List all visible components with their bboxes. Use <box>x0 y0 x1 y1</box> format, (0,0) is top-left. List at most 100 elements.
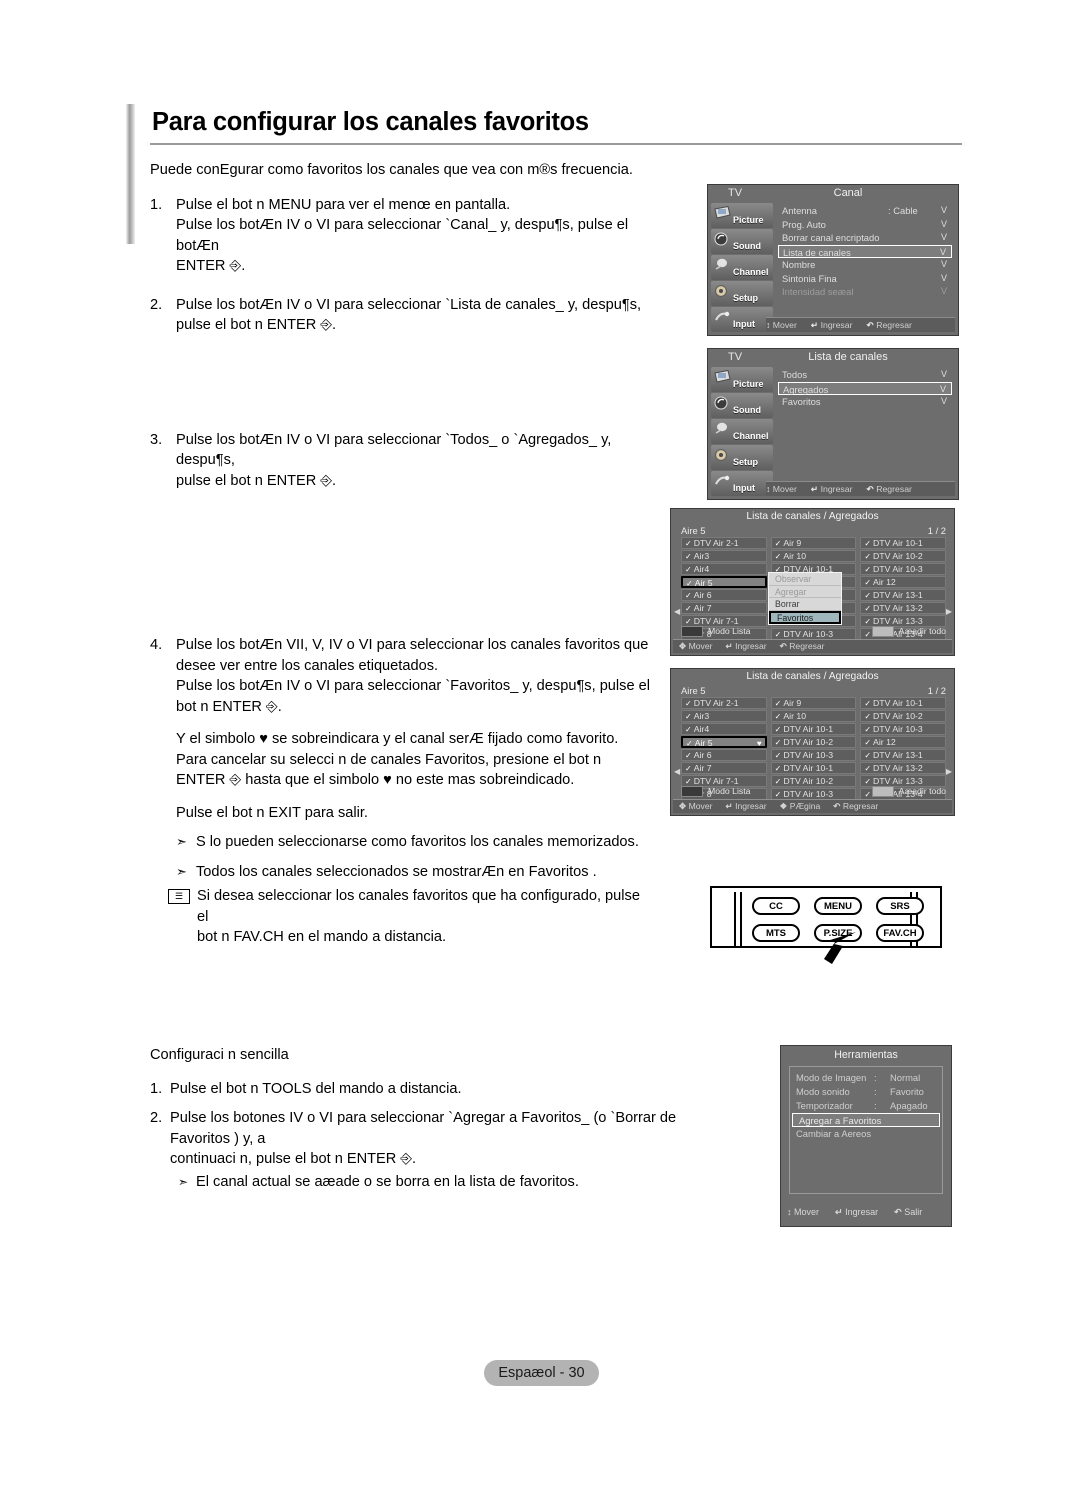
osd-chanpopup-footer: ✥ Mover ↵ Ingresar ↶ Regresar <box>673 639 952 653</box>
osd-lista-row-todos[interactable]: Todos V <box>778 368 952 382</box>
channel-cell[interactable]: ✓DTV Air 10-2 <box>860 550 946 562</box>
channel-cell[interactable]: ✓ Air 5 <box>681 576 767 588</box>
channel-cell[interactable]: ✓ DTV Air 13-2 <box>860 762 946 774</box>
osd-tools-row-modo-sonido-colon: : <box>874 1086 877 1097</box>
channel-cell[interactable]: ✓DTV Air 10-1 <box>860 537 946 549</box>
chevron-right-icon: V <box>940 259 947 269</box>
osd-tools-row-temporizador[interactable]: Temporizador : Apagado <box>790 1099 942 1113</box>
osd-lista-row-favoritos[interactable]: Favoritos V <box>778 395 952 409</box>
osd-tools-row-modo-sonido[interactable]: Modo sonido : Favorito <box>790 1085 942 1099</box>
sidebar-item-channel[interactable]: Channel <box>711 419 773 444</box>
scroll-right-icon[interactable]: ▶ <box>946 767 952 776</box>
channel-cell[interactable]: ✓DTV Air 10-3 <box>860 563 946 575</box>
enter-icon: ↵ <box>810 483 819 494</box>
sidebar-item-channel[interactable]: Channel <box>711 255 773 280</box>
channel-cell-label: DTV Air 13-2 <box>873 603 923 613</box>
context-menu-item-agregar[interactable]: Agregar <box>769 585 841 598</box>
osd-lista-row-agregados[interactable]: Agregados V <box>778 381 952 395</box>
channel-cell[interactable]: ✓ Air4 <box>681 563 767 575</box>
channel-cell[interactable]: ✓DTV Air 10-3 <box>770 749 857 761</box>
osd-canal-row-sintonia[interactable]: Sintonia Fina V <box>778 272 952 286</box>
context-menu-item-observar[interactable]: Observar <box>769 573 841 586</box>
channel-cell[interactable]: ✓ Air 9 <box>770 697 857 709</box>
osd-canal-row-lista-de-canales[interactable]: Lista de canales V <box>778 244 952 258</box>
channel-cell[interactable]: ✓DTV Air 10-2 <box>860 710 946 722</box>
channel-cell[interactable]: ✓ Air 6 <box>681 749 767 761</box>
channel-cell[interactable]: ✓ Air 6 <box>681 589 767 601</box>
osd-canal-footer-mover: ↕ Mover <box>766 320 797 330</box>
channel-cell[interactable]: ✓DTV Air 10-1 <box>770 762 857 774</box>
osd-menu-lista: TV Lista de canales Picture Sound Channe… <box>707 348 959 500</box>
osd-lista-row-agregados-label: Agregados <box>783 383 829 395</box>
channel-cell[interactable]: ✓ DTV Air 13-1 <box>860 589 946 601</box>
remote-button-mts[interactable]: MTS <box>752 924 800 942</box>
check-icon: ✓ <box>685 552 692 561</box>
osd-tools-row-agregar-favoritos[interactable]: Agregar a Favoritos <box>792 1113 940 1127</box>
sidebar-item-sound[interactable]: Sound <box>711 393 773 418</box>
step-2-number: 2. <box>150 296 163 313</box>
enter-icon: ↵ <box>835 1206 843 1217</box>
channel-cell[interactable]: ✓DTV Air 10-3 <box>860 723 946 735</box>
sidebar-item-setup[interactable]: Setup <box>711 281 773 306</box>
channel-cell[interactable]: ✓ Air 5 ♥ <box>681 736 767 748</box>
check-icon: ✓ <box>864 764 872 773</box>
sidebar-item-picture[interactable]: Picture <box>711 367 773 392</box>
channel-cell[interactable]: ✓ Air 7 <box>681 602 767 614</box>
osd-chanfav-current-channel: Aire 5 <box>681 685 706 696</box>
sidebar-item-input[interactable]: Input <box>711 471 773 496</box>
check-icon: ✓ <box>685 539 692 548</box>
channel-cell[interactable]: ✓ Air 12 <box>860 736 946 748</box>
channel-cell-label: DTV Air 10-2 <box>783 737 834 747</box>
osd-tools-row-cambiar-aereos[interactable]: Cambiar a Aereos <box>790 1127 942 1141</box>
channel-cell[interactable]: ✓ Air3 <box>681 710 767 722</box>
channel-cell[interactable]: ✓DTV Air 10-2 <box>770 736 857 748</box>
osd-canal-row-borrar[interactable]: Borrar canal encriptado V <box>778 231 952 245</box>
context-menu-item-favoritos[interactable]: Favoritos <box>769 610 841 624</box>
channel-cell[interactable]: ✓DTV Air 10-1 <box>770 723 857 735</box>
channel-cell-label: DTV Air 10-2 <box>873 711 923 721</box>
osd-canal-row-nombre[interactable]: Nombre V <box>778 258 952 272</box>
channel-cell[interactable]: ✓ Air3 <box>681 550 767 562</box>
channel-cell[interactable]: ✓ DTV Air 2-1 <box>681 697 767 709</box>
osd-canal-row-prog-auto[interactable]: Prog. Auto V <box>778 218 952 232</box>
remote-button-srs[interactable]: SRS <box>876 897 924 915</box>
sidebar-item-input[interactable]: Input <box>711 307 773 332</box>
step-4-para2-line-1: Y el simbolo ♥ se sobreindicara y el can… <box>176 731 619 747</box>
sidebar-item-picture[interactable]: Picture <box>711 203 773 228</box>
channel-cell[interactable]: ✓ Air 9 <box>770 537 857 549</box>
osd-tools-list: Modo de Imagen : Normal Modo sonido : Fa… <box>789 1066 943 1194</box>
osd-canal-sidebar: Picture Sound Channel Setup Input <box>711 203 773 332</box>
channel-cell[interactable]: ✓ Air 12 <box>860 576 946 588</box>
channel-cell-label: DTV Air 2-1 <box>693 538 739 548</box>
remote-button-cc[interactable]: CC <box>752 897 800 915</box>
scroll-left-icon[interactable]: ◀ <box>674 767 680 776</box>
channel-cell[interactable]: ✓ Air 10 <box>770 550 857 562</box>
channel-cell[interactable]: ✓DTV Air 10-1 <box>860 697 946 709</box>
channel-cell[interactable]: ✓ DTV Air 13-1 <box>860 749 946 761</box>
channel-cell[interactable]: ✓ Air 7 <box>681 762 767 774</box>
sidebar-item-sound[interactable]: Sound <box>711 229 773 254</box>
channel-cell-label: DTV Air 10-1 <box>873 698 923 708</box>
osd-chanpopup-footer-regresar: ↶ Regresar <box>779 641 825 651</box>
remote-button-menu[interactable]: MENU <box>814 897 862 915</box>
osd-canal-row-antenna[interactable]: Antenna : Cable V <box>778 204 952 218</box>
osd-channel-list-popup: Lista de canales / Agregados Aire 5 1 / … <box>670 508 955 656</box>
channel-cell[interactable]: ✓ Air 10 <box>770 710 857 722</box>
osd-tools-footer-ingresar: ↵ Ingresar <box>835 1206 879 1217</box>
channel-cell[interactable]: ✓ DTV Air 2-1 <box>681 537 767 549</box>
channel-cell[interactable]: ✓ Air4 <box>681 723 767 735</box>
osd-tools-row-modo-imagen[interactable]: Modo de Imagen : Normal <box>790 1071 942 1085</box>
scroll-right-icon[interactable]: ▶ <box>946 607 952 616</box>
channel-cell-label: Air 6 <box>693 750 712 760</box>
scroll-left-icon[interactable]: ◀ <box>674 607 680 616</box>
step-4-line-3: Pulse los botÆn IV o VI para seleccionar… <box>176 678 650 694</box>
check-icon: ✓ <box>864 699 872 708</box>
osd-chanpopup-footer-ingresar: ↵ Ingresar <box>725 641 767 651</box>
page-footer-badge: Espaæol - 30 <box>484 1360 599 1386</box>
check-icon: ✓ <box>774 751 782 760</box>
remote-button-favch[interactable]: FAV.CH <box>876 924 924 942</box>
channel-cell[interactable]: ✓ DTV Air 13-2 <box>860 602 946 614</box>
context-menu-item-borrar[interactable]: Borrar <box>769 598 841 611</box>
sidebar-item-setup[interactable]: Setup <box>711 445 773 470</box>
chevron-right-icon: V <box>940 396 947 406</box>
